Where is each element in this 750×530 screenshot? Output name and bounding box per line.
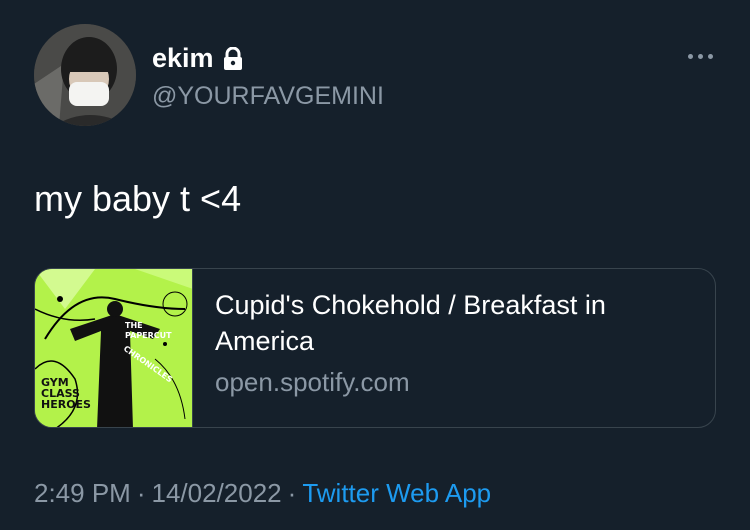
more-dot-icon <box>707 53 713 59</box>
meta-separator: · <box>136 478 146 508</box>
avatar[interactable] <box>34 24 136 126</box>
card-domain: open.spotify.com <box>215 367 410 397</box>
album-art-image: THE PAPERCUT CHRONICLES GYM CLASS HEROES <box>35 269 193 427</box>
display-name-text[interactable]: ekim <box>152 43 214 74</box>
author-handle[interactable]: @YOURFAVGEMINI <box>152 82 384 111</box>
link-card[interactable]: THE PAPERCUT CHRONICLES GYM CLASS HEROES… <box>34 268 716 428</box>
tweet-text: my baby t <4 <box>34 178 242 219</box>
more-dot-icon <box>687 53 693 59</box>
tweet-time[interactable]: 2:49 PM <box>34 478 131 509</box>
lock-icon <box>222 46 244 71</box>
card-body[interactable]: Cupid's Chokehold / Breakfast in America… <box>193 269 675 427</box>
more-dot-icon <box>697 53 703 59</box>
card-title[interactable]: Cupid's Chokehold / Breakfast in America <box>215 287 675 359</box>
meta-separator: · <box>287 478 297 508</box>
author-display-name[interactable]: ekim <box>152 43 244 74</box>
album-text-the: THE <box>125 321 143 330</box>
tweet-meta: 2:49 PM · 14/02/2022 · Twitter Web App <box>34 478 491 509</box>
album-logo-text: GYM CLASS HEROES <box>41 376 91 411</box>
tweet-date[interactable]: 14/02/2022 <box>152 478 282 509</box>
tweet-source-link[interactable]: Twitter Web App <box>302 478 491 509</box>
album-text-papercut: PAPERCUT <box>125 331 172 340</box>
more-options-button[interactable] <box>680 44 720 68</box>
